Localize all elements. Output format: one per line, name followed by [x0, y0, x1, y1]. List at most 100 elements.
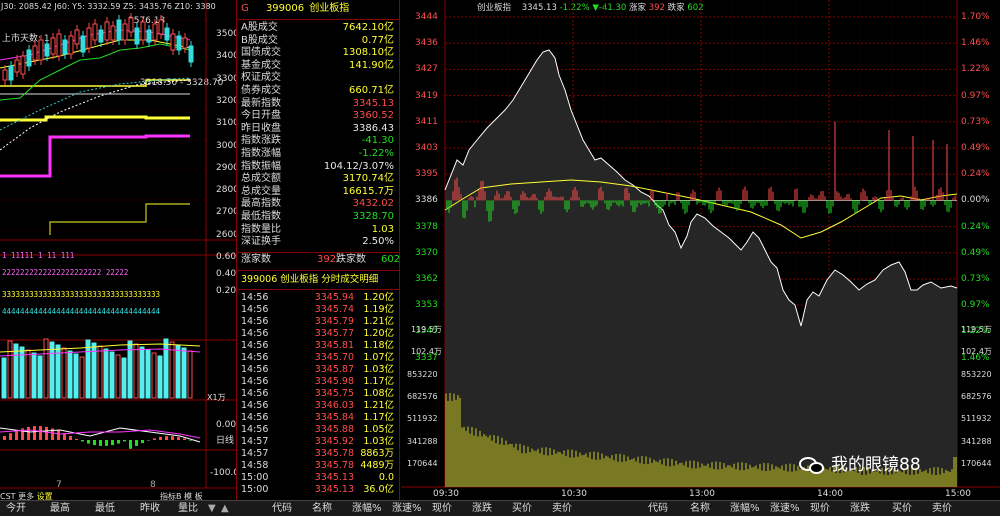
tick-price: 3346.03 [314, 400, 354, 411]
column-header[interactable]: 卖价 [552, 502, 572, 516]
tick-volume: 1.03亿 [363, 364, 394, 375]
tick-volume: 1.20亿 [363, 328, 394, 339]
price-axis-label: 3100 [216, 118, 237, 129]
daily-kline-panel[interactable]: J30: 2085.42 J60: Y5: 3332.59 Z5: 3435.7… [0, 0, 237, 500]
tab-cst[interactable]: CST [0, 492, 16, 500]
tick-row[interactable]: 14:57 3345.92 1.03亿 [238, 436, 398, 448]
stat-value: 660.71亿 [349, 85, 394, 96]
stat-row: 昨日收盘 3386.43 [238, 123, 398, 135]
tick-volume: 1.20亿 [363, 292, 394, 303]
tick-price: 3345.88 [314, 424, 354, 435]
macd-bar [135, 440, 138, 446]
tab-more[interactable]: 更多 [18, 492, 34, 500]
macd-axis-label: -100.0 [210, 468, 237, 478]
tab-indicator-b[interactable]: 指标B [160, 492, 182, 500]
tick-time: 14:56 [241, 316, 269, 327]
scroll-up-arrow[interactable]: ▲ [221, 502, 229, 516]
tick-row[interactable]: 14:56 3345.98 1.17亿 [238, 376, 398, 388]
column-header[interactable]: 涨速% [770, 502, 800, 516]
tick-price: 3345.75 [314, 388, 354, 399]
down-count-label: 跌家数 [336, 254, 366, 265]
column-header[interactable]: 现价 [432, 502, 452, 516]
macd-bar [123, 440, 126, 442]
tick-row[interactable]: 14:56 3345.77 1.20亿 [238, 328, 398, 340]
tick-volume: 0.0 [378, 472, 394, 483]
column-header[interactable]: 现价 [810, 502, 830, 516]
month-label: 8 [150, 480, 156, 490]
bottom-button[interactable]: 昨收 [140, 502, 160, 516]
column-header[interactable]: 涨跌 [472, 502, 492, 516]
tick-volume: 1.19亿 [363, 304, 394, 315]
tick-row[interactable]: 14:56 3345.81 1.18亿 [238, 340, 398, 352]
candle-body [50, 37, 56, 55]
column-header[interactable]: 代码 [648, 502, 668, 516]
volume-bar [31, 352, 37, 399]
tick-row[interactable]: 14:56 3346.03 1.21亿 [238, 400, 398, 412]
stat-value: 3432.02 [352, 198, 394, 210]
index-name: 创业板指 [309, 3, 350, 14]
tab-template[interactable]: 模 [184, 492, 192, 500]
tick-time: 14:56 [241, 352, 269, 363]
volume-bar [151, 352, 157, 399]
vol-axis-right: 341288 [961, 436, 992, 446]
tab-board[interactable]: 板 [195, 492, 203, 500]
stat-value: 104.12/3.07% [323, 160, 394, 172]
candle-body [188, 45, 194, 63]
tick-price: 3345.77 [314, 328, 354, 339]
volume-bar [25, 349, 31, 399]
column-header[interactable]: 代码 [272, 502, 292, 516]
column-header[interactable]: 名称 [690, 502, 710, 516]
bottom-button[interactable]: 最低 [95, 502, 115, 516]
tick-time: 14:56 [241, 292, 269, 303]
stat-row: 基金成交 141.90亿 [238, 60, 398, 72]
intraday-chart-panel[interactable]: 创业板指 3345.13 -1.22% ▼-41.30 涨家 392 跌家 60… [401, 0, 1000, 500]
tick-row[interactable]: 14:56 3345.94 1.20亿 [238, 292, 398, 304]
left-axis-label: 3411 [415, 116, 438, 127]
column-header[interactable]: 涨跌 [850, 502, 870, 516]
column-header[interactable]: 涨幅% [352, 502, 382, 516]
bottom-button[interactable]: 今开 [6, 502, 26, 516]
indicator-digits: 1 11111 1 11 111 [2, 251, 74, 260]
column-header[interactable]: 涨幅% [730, 502, 760, 516]
macd-bar [81, 440, 84, 442]
tick-row[interactable]: 14:56 3345.88 1.05亿 [238, 424, 398, 436]
tick-row[interactable]: 15:00 3345.13 36.0亿 [238, 484, 398, 496]
candle-body [104, 21, 110, 41]
bottom-button[interactable]: 最高 [50, 502, 70, 516]
stat-row: 指数涨跌 -41.30 [238, 135, 398, 147]
right-axis-label: 0.49% [961, 143, 990, 153]
tick-row[interactable]: 15:00 3345.13 0.0 [238, 472, 398, 484]
bottom-button[interactable]: 量比 [178, 502, 198, 516]
candle-body [8, 65, 14, 81]
indicator-axis-label: 0.20 [216, 286, 237, 296]
column-header[interactable]: 买价 [512, 502, 532, 516]
macd-bar [93, 440, 96, 446]
tick-row[interactable]: 14:56 3345.75 1.08亿 [238, 388, 398, 400]
tick-row[interactable]: 14:56 3345.70 1.07亿 [238, 352, 398, 364]
tick-row[interactable]: 14:56 3345.74 1.19亿 [238, 304, 398, 316]
column-header[interactable]: 卖价 [932, 502, 952, 516]
tick-row[interactable]: 14:56 3345.87 1.03亿 [238, 364, 398, 376]
tick-time: 15:00 [241, 484, 269, 495]
stat-key: 昨日收盘 [241, 122, 281, 134]
tick-price: 3345.78 [314, 448, 354, 459]
tick-volume: 1.05亿 [363, 424, 394, 435]
candle-body [176, 35, 182, 51]
vol-axis-right: 170644 [961, 458, 992, 468]
tab-settings[interactable]: 设置 [37, 492, 53, 500]
candle-body [170, 33, 176, 51]
tick-row[interactable]: 14:57 3345.78 8863万 [238, 448, 398, 460]
stat-key: 深证换手 [241, 236, 281, 248]
tick-row[interactable]: 14:58 3345.78 4489万 [238, 460, 398, 472]
tick-row[interactable]: 14:56 3345.79 1.21亿 [238, 316, 398, 328]
scroll-down-arrow[interactable]: ▼ [208, 502, 216, 516]
column-header[interactable]: 买价 [892, 502, 912, 516]
column-header[interactable]: 涨速% [392, 502, 422, 516]
candle-body [158, 19, 164, 35]
candle-body [2, 69, 8, 81]
tick-row[interactable]: 14:56 3345.84 1.17亿 [238, 412, 398, 424]
vol-axis-right: 102.4万 [961, 347, 992, 357]
column-header[interactable]: 名称 [312, 502, 332, 516]
tick-time: 14:56 [241, 328, 269, 339]
candle-body [14, 59, 20, 73]
